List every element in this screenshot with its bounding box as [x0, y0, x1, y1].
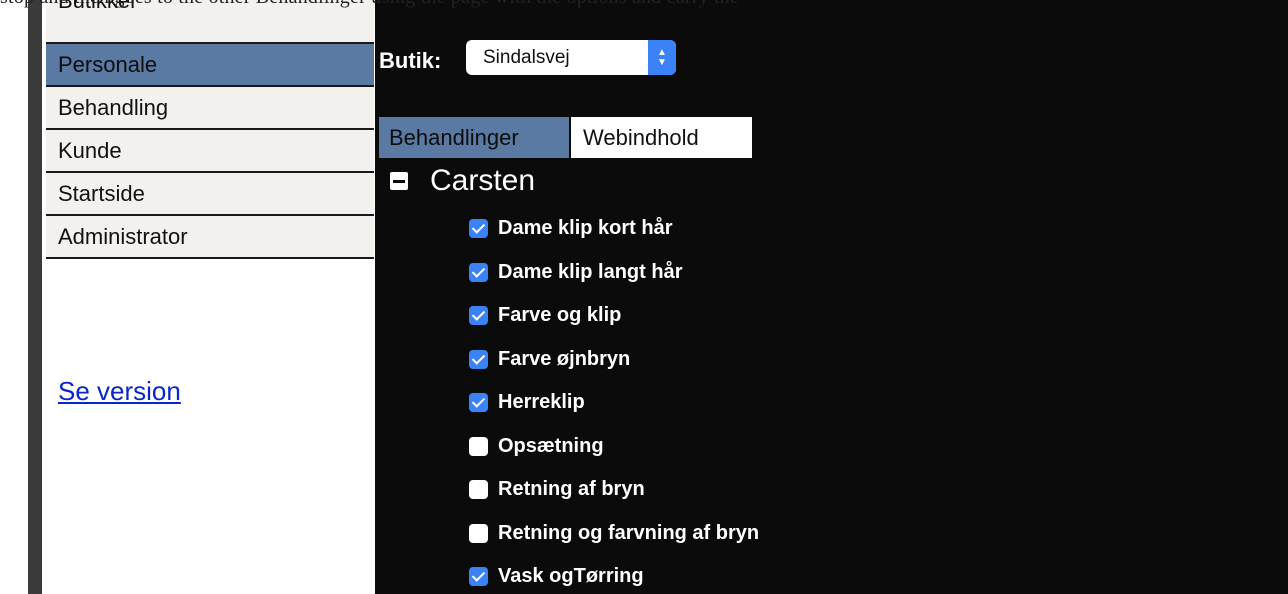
checkbox-checked[interactable]: [469, 393, 488, 413]
sidebar-item-personale[interactable]: Personale: [46, 44, 374, 87]
treatment-row[interactable]: Vask ogTørring: [469, 555, 759, 594]
sidebar-item-label: Kunde: [58, 137, 122, 163]
checkbox-checked[interactable]: [469, 306, 488, 326]
sidebar-item-kunde[interactable]: Kunde: [46, 130, 374, 173]
tab-label: Webindhold: [583, 124, 699, 150]
tab-webindhold[interactable]: Webindhold: [571, 117, 752, 158]
checkbox-unchecked[interactable]: [469, 480, 488, 500]
left-page-margin: [0, 0, 28, 594]
checkbox-checked[interactable]: [469, 567, 488, 587]
checkbox-unchecked[interactable]: [469, 436, 488, 456]
group-header: Carsten: [390, 164, 535, 198]
treatment-row[interactable]: Retning og farvning af bryn: [469, 512, 759, 556]
tab-label: Behandlinger: [389, 124, 519, 150]
butik-selected-value: Sindalsvej: [483, 46, 570, 68]
treatment-label: Farve øjnbryn: [498, 347, 631, 370]
tab-behandlinger[interactable]: Behandlinger: [379, 117, 569, 158]
treatment-row[interactable]: Farve og klip: [469, 294, 759, 338]
main-panel: Butik: Sindalsvej ▲ ▼ Behandlinger Webind…: [375, 0, 1288, 594]
sidebar-item-behandling[interactable]: Behandling: [46, 87, 374, 130]
treatment-checklist: Dame klip kort hår Dame klip langt hår F…: [469, 207, 759, 594]
checkbox-checked[interactable]: [469, 262, 488, 282]
treatment-row[interactable]: Farve øjnbryn: [469, 338, 759, 382]
checkbox-unchecked[interactable]: [469, 523, 488, 543]
butik-select[interactable]: Sindalsvej ▲ ▼: [466, 40, 676, 75]
checkbox-checked[interactable]: [469, 219, 488, 239]
se-version-link[interactable]: Se version: [58, 376, 181, 407]
select-updown-icon: ▲ ▼: [648, 40, 676, 75]
treatment-row[interactable]: Dame klip langt hår: [469, 251, 759, 295]
sidebar: Butikker Personale Behandling Kunde Star…: [42, 0, 375, 594]
sidebar-item-label: Administrator: [58, 223, 188, 249]
butik-label: Butik:: [379, 48, 442, 73]
treatment-label: Retning og farvning af bryn: [498, 521, 760, 544]
treatment-label: Farve og klip: [498, 304, 622, 327]
sidebar-item-startside[interactable]: Startside: [46, 173, 374, 216]
sidebar-item-administrator[interactable]: Administrator: [46, 216, 374, 259]
collapse-icon[interactable]: [390, 172, 408, 190]
sidebar-nav: Butikker Personale Behandling Kunde Star…: [46, 0, 374, 259]
treatment-label: Herreklip: [498, 391, 585, 414]
treatment-label: Dame klip langt hår: [498, 260, 683, 283]
group-name: Carsten: [430, 164, 536, 197]
checkbox-checked[interactable]: [469, 349, 488, 369]
sidebar-item-label: Personale: [58, 51, 158, 77]
treatment-row[interactable]: Herreklip: [469, 381, 759, 425]
treatment-row[interactable]: Dame klip kort hår: [469, 207, 759, 251]
sidebar-item-label: Behandling: [58, 94, 169, 120]
treatment-label: Dame klip kort hår: [498, 217, 673, 240]
treatment-label: Vask ogTørring: [498, 565, 644, 588]
cropped-top-text: stop and then goes to the other Behandli…: [0, 0, 1288, 8]
treatment-label: Retning af bryn: [498, 478, 645, 501]
sidebar-item-label: Startside: [58, 180, 145, 206]
tab-bar: Behandlinger Webindhold: [379, 117, 752, 158]
treatment-row[interactable]: Opsætning: [469, 425, 759, 469]
treatment-label: Opsætning: [498, 434, 604, 457]
treatment-row[interactable]: Retning af bryn: [469, 468, 759, 512]
